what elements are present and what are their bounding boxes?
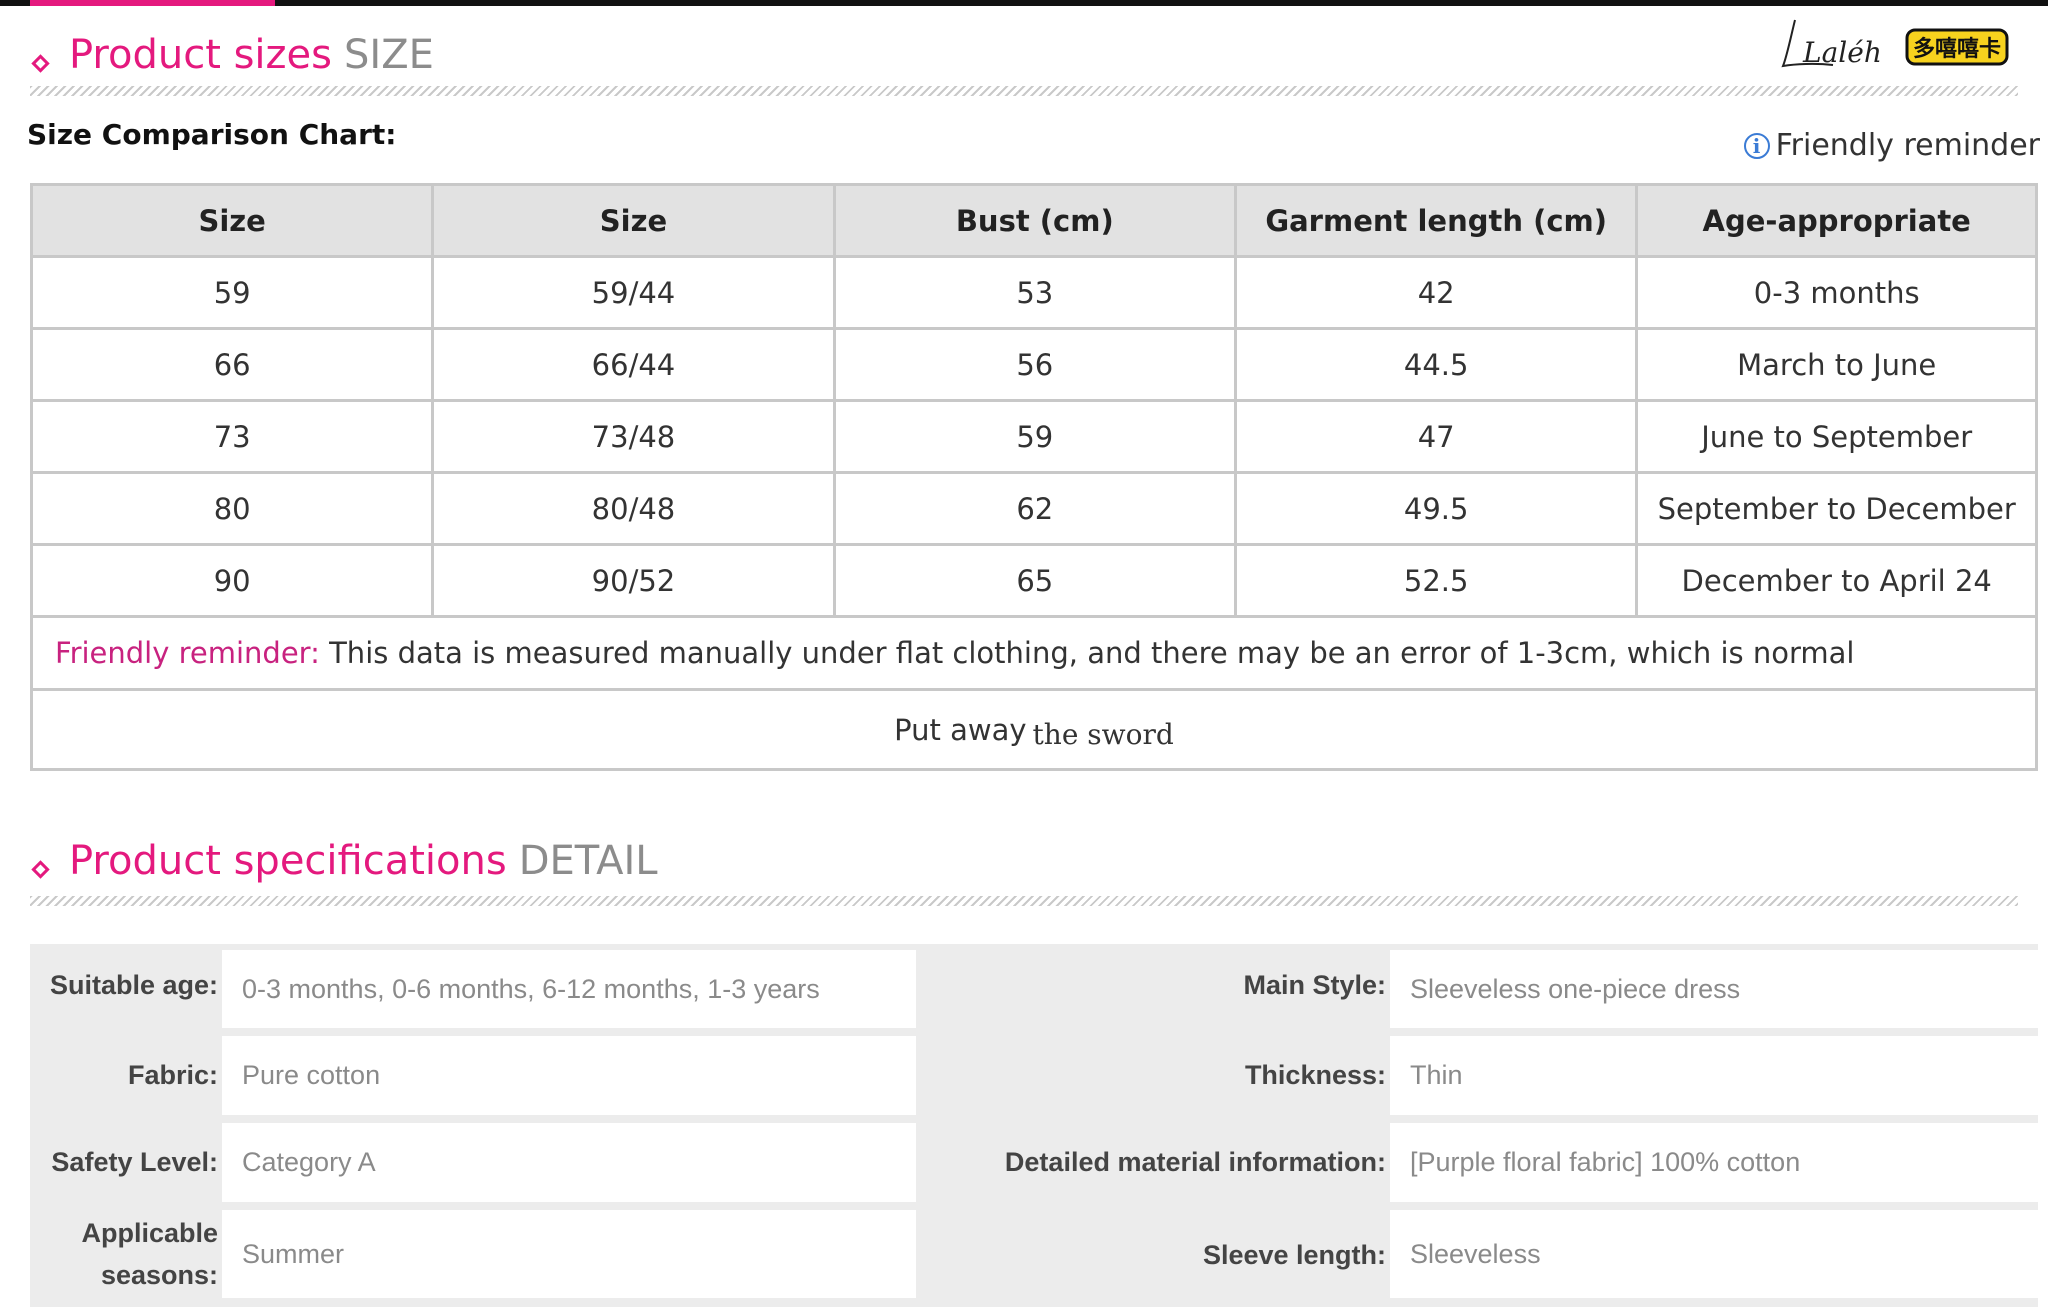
table-put-away-row: Put away the sword	[30, 688, 2038, 771]
spec-key: Main Style:	[1243, 970, 1386, 1000]
header-size: Size	[29, 183, 435, 258]
cell-bust: 59	[832, 399, 1237, 474]
size-table: Size Size Bust (cm) Garment length (cm) …	[29, 183, 2038, 771]
table-row: 59 59/44 53 42 0-3 months	[29, 255, 2038, 330]
note-label: Friendly reminder:	[55, 636, 320, 670]
spec-key: Sleeve length:	[1202, 1240, 1386, 1270]
friendly-reminder-label: Friendly reminder	[1775, 128, 2040, 163]
table-note-row: Friendly reminder: This data is measured…	[30, 615, 2038, 691]
logo-script: Laléh	[1802, 36, 1882, 69]
spec-key: Detailed material information:	[1004, 1147, 1386, 1177]
spec-row: Applicable seasons: Summer Sleeve length…	[30, 1206, 2038, 1307]
spec-section-header: Product specifications DETAIL	[30, 836, 658, 886]
section-divider	[30, 86, 2018, 96]
cell-bust: 56	[832, 327, 1237, 402]
spec-grid: Suitable age: 0-3 months, 0-6 months, 6-…	[30, 944, 2038, 1307]
section-divider	[30, 896, 2018, 906]
cell-size-code: 80/48	[431, 471, 836, 546]
cell-length: 44.5	[1233, 327, 1639, 402]
spec-section-subtitle: DETAIL	[518, 838, 658, 884]
cell-size-code: 73/48	[431, 399, 836, 474]
spec-key: Fabric:	[127, 1060, 218, 1090]
spec-value: Thin	[1390, 1036, 2038, 1115]
spec-value: Sleeveless one-piece dress	[1390, 950, 2038, 1028]
spec-value: Category A	[222, 1123, 916, 1202]
spec-value: Summer	[222, 1210, 916, 1298]
brand-logo-graphic: Laléh 多嘻嘻卡	[1781, 19, 2009, 69]
cell-bust: 62	[832, 471, 1237, 546]
cell-size-code: 59/44	[431, 255, 836, 330]
info-icon: i	[1743, 132, 1770, 159]
chart-label: Size Comparison Chart:	[27, 118, 397, 151]
header-size-code: Size	[431, 183, 836, 258]
cell-age: 0-3 months	[1635, 255, 2038, 330]
measurement-note: Friendly reminder: This data is measured…	[30, 615, 2038, 691]
friendly-reminder-link[interactable]: i Friendly reminder	[1743, 128, 2040, 163]
cell-size-code: 90/52	[431, 543, 836, 618]
put-away-text: Put away	[894, 712, 1027, 747]
top-bar-accent	[30, 0, 275, 6]
size-section-header: Product sizes SIZE	[30, 30, 434, 80]
cell-age: December to April 24	[1635, 543, 2038, 618]
cell-age: September to December	[1635, 471, 2038, 546]
size-section-title: Product sizes	[69, 32, 332, 78]
cell-length: 49.5	[1233, 471, 1639, 546]
spec-value: Pure cotton	[222, 1036, 916, 1115]
top-bar	[0, 0, 2048, 6]
cell-size-code: 66/44	[431, 327, 836, 402]
spec-value: [Purple floral fabric] 100% cotton	[1390, 1123, 2038, 1202]
spec-key: Applicable seasons:	[81, 1218, 218, 1290]
cell-length: 52.5	[1233, 543, 1639, 618]
header-bust: Bust (cm)	[832, 183, 1237, 258]
table-row: 73 73/48 59 47 June to September	[29, 399, 2038, 474]
cell-size: 73	[29, 399, 435, 474]
spec-value: 0-3 months, 0-6 months, 6-12 months, 1-3…	[222, 950, 916, 1028]
spec-key: Thickness:	[1244, 1060, 1386, 1090]
size-section-subtitle: SIZE	[344, 32, 434, 78]
cell-bust: 53	[832, 255, 1237, 330]
cell-size: 66	[29, 327, 435, 402]
cell-size: 90	[29, 543, 435, 618]
diamond-icon	[31, 860, 50, 879]
cell-size: 59	[29, 255, 435, 330]
spec-value: Sleeveless	[1390, 1210, 2038, 1298]
diamond-icon	[31, 54, 50, 73]
header-age: Age-appropriate	[1635, 183, 2038, 258]
header-garment-length: Garment length (cm)	[1233, 183, 1639, 258]
spec-key: Safety Level:	[51, 1147, 218, 1177]
brand-logo: Laléh 多嘻嘻卡	[1775, 16, 2015, 78]
the-sword-text: the sword	[1032, 717, 1174, 751]
spec-section-title: Product specifications	[69, 838, 507, 884]
spec-row: Safety Level: Category A Detailed materi…	[30, 1119, 2038, 1206]
cell-size: 80	[29, 471, 435, 546]
cell-bust: 65	[832, 543, 1237, 618]
table-header-row: Size Size Bust (cm) Garment length (cm) …	[29, 183, 2038, 258]
table-row: 66 66/44 56 44.5 March to June	[29, 327, 2038, 402]
cell-age: June to September	[1635, 399, 2038, 474]
logo-badge-text: 多嘻嘻卡	[1913, 36, 2001, 62]
spec-key: Suitable age:	[49, 970, 218, 1000]
spec-row: Suitable age: 0-3 months, 0-6 months, 6-…	[30, 944, 2038, 1032]
table-row: 80 80/48 62 49.5 September to December	[29, 471, 2038, 546]
note-text: This data is measured manually under fla…	[319, 636, 1855, 670]
cell-length: 47	[1233, 399, 1639, 474]
cell-age: March to June	[1635, 327, 2038, 402]
table-row: 90 90/52 65 52.5 December to April 24	[29, 543, 2038, 618]
cell-length: 42	[1233, 255, 1639, 330]
spec-row: Fabric: Pure cotton Thickness: Thin	[30, 1032, 2038, 1119]
put-away-cell: Put away the sword	[30, 688, 2038, 771]
